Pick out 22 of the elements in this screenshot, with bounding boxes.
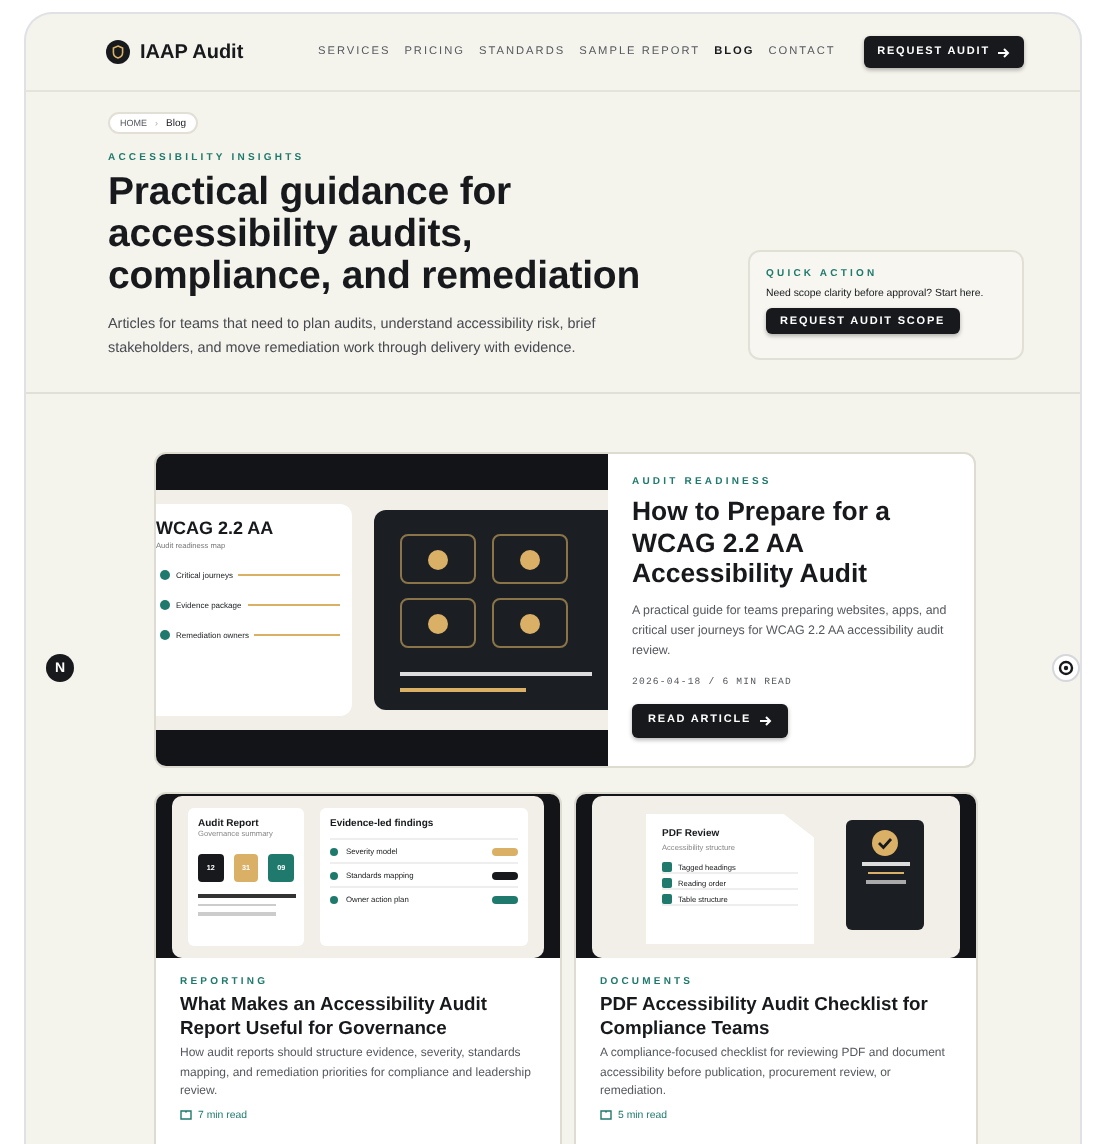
- arrow-right-icon: [759, 715, 772, 725]
- step-dot-icon: [160, 629, 170, 639]
- illustration-title: WCAG 2.2 AA: [156, 518, 276, 538]
- arrow-right-icon: [998, 47, 1010, 57]
- finding-dot-icon: [330, 847, 338, 855]
- checkbox-icon: [662, 894, 672, 904]
- book-icon: [180, 1110, 192, 1120]
- checkbox-icon: [662, 862, 672, 872]
- step-dot-icon: [160, 599, 170, 609]
- finding-dot-icon: [330, 871, 338, 879]
- article-title: What Makes an Accessibility Audit Report Useful for Governance: [180, 992, 490, 1040]
- shield-logo-icon: [106, 40, 130, 64]
- settings-icon: [1058, 660, 1074, 676]
- article-title: PDF Accessibility Audit Checklist for Compliance Teams: [600, 992, 930, 1040]
- checkbox-icon: [662, 878, 672, 888]
- approval-tablet-drawing: [846, 820, 924, 930]
- step-dot-icon: [160, 569, 170, 579]
- brand-name: IAAP Audit: [140, 41, 244, 63]
- finding-dot-icon: [330, 895, 338, 903]
- page-heading: Practical guidance for accessibility audits, compliance, and remediation: [108, 172, 643, 298]
- article-title: How to Prepare for a WCAG 2.2 AA Accessibility Audit: [632, 496, 892, 589]
- book-icon: [600, 1110, 612, 1120]
